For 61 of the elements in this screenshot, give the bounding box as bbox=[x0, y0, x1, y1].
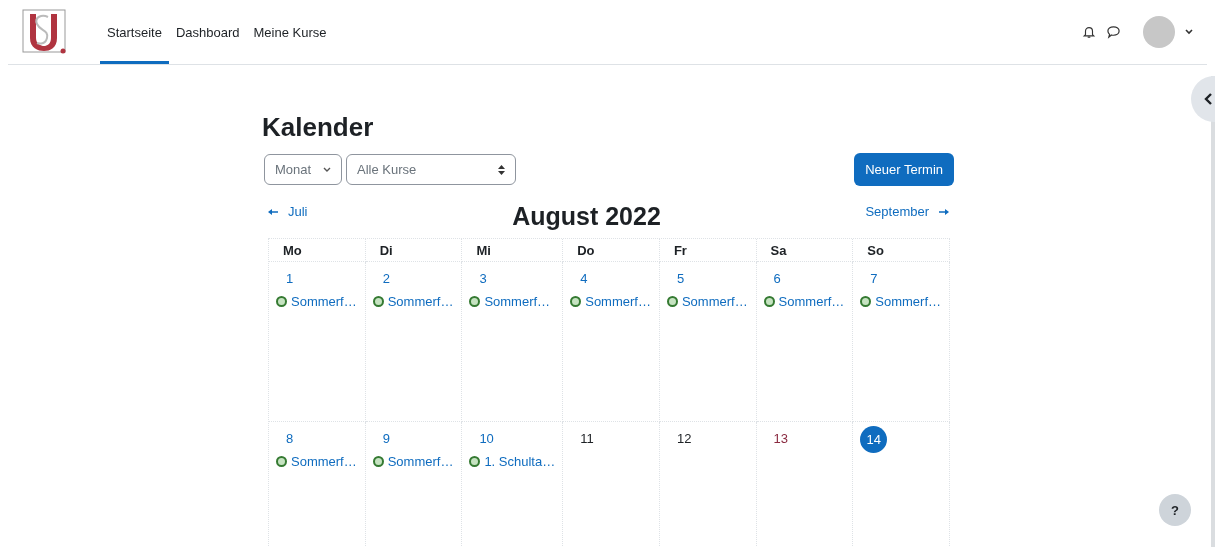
event-link[interactable]: Sommerf… bbox=[763, 294, 845, 309]
day-number[interactable]: 7 bbox=[860, 271, 888, 286]
event-link[interactable]: Sommerf… bbox=[372, 294, 454, 309]
weekday-header: Mi bbox=[462, 239, 564, 262]
previous-month-link[interactable]: Juli bbox=[268, 204, 308, 219]
month-title: August 2022 bbox=[512, 202, 661, 231]
next-month-link[interactable]: September bbox=[865, 204, 949, 219]
day-number[interactable]: 3 bbox=[469, 271, 497, 286]
weekday-header: Sa bbox=[756, 239, 854, 262]
weekday-header: Di bbox=[365, 239, 463, 262]
bell-icon[interactable] bbox=[1082, 25, 1096, 39]
event-link[interactable]: Sommerf… bbox=[276, 294, 357, 309]
day-number[interactable]: 11 bbox=[570, 431, 604, 446]
day-number[interactable]: 2 bbox=[372, 271, 400, 286]
day-number[interactable]: 8 bbox=[276, 431, 304, 446]
view-select[interactable]: Monat bbox=[264, 154, 342, 185]
event-circle-icon bbox=[372, 296, 384, 307]
day-number[interactable]: 6 bbox=[763, 271, 791, 286]
nav-link[interactable]: Meine Kurse bbox=[246, 0, 334, 64]
help-button[interactable]: ? bbox=[1159, 494, 1191, 526]
event-circle-icon bbox=[372, 456, 384, 467]
weekday-header: So bbox=[853, 239, 950, 262]
day-number[interactable]: 10 bbox=[469, 431, 504, 446]
weekday-header: Fr bbox=[659, 239, 757, 262]
day-number[interactable]: 13 bbox=[763, 431, 799, 446]
event-link[interactable]: Sommerf… bbox=[469, 294, 551, 309]
day-number[interactable]: 9 bbox=[372, 431, 400, 446]
event-circle-icon bbox=[276, 296, 287, 307]
weekday-header: Mo bbox=[269, 239, 366, 262]
day-number[interactable]: 5 bbox=[666, 271, 695, 286]
new-event-button[interactable]: Neuer Termin bbox=[854, 153, 954, 186]
event-link[interactable]: Sommerf… bbox=[666, 294, 748, 309]
right-arrow-icon bbox=[939, 208, 949, 215]
day-number[interactable]: 4 bbox=[570, 271, 598, 286]
day-number[interactable]: 1 bbox=[276, 271, 304, 286]
event-circle-icon bbox=[860, 296, 872, 307]
day-number[interactable]: 12 bbox=[666, 431, 702, 446]
caret-icon[interactable] bbox=[1185, 29, 1193, 35]
left-arrow-icon bbox=[268, 208, 278, 215]
weekday-header: Do bbox=[563, 239, 660, 262]
page-title: Kalender bbox=[262, 111, 375, 143]
event-link[interactable]: 1. Schulta… bbox=[469, 454, 556, 469]
sort-arrows-icon bbox=[498, 164, 505, 175]
nav-link[interactable]: Dashboard bbox=[168, 0, 247, 64]
event-link[interactable]: Sommerf… bbox=[860, 294, 942, 309]
chevron-left-icon bbox=[1204, 93, 1213, 105]
event-circle-icon bbox=[469, 296, 481, 307]
event-circle-icon bbox=[276, 456, 287, 467]
course-select[interactable]: Alle Kurse bbox=[346, 154, 516, 185]
event-circle-icon bbox=[469, 456, 481, 467]
event-link[interactable]: Sommerf… bbox=[276, 454, 357, 469]
event-circle-icon bbox=[763, 296, 775, 307]
today-day-number[interactable]: 14 bbox=[860, 426, 888, 453]
event-circle-icon bbox=[666, 296, 678, 307]
event-link[interactable]: Sommerf… bbox=[372, 454, 454, 469]
event-link[interactable]: Sommerf… bbox=[570, 294, 651, 309]
event-circle-icon bbox=[570, 296, 582, 307]
nav-link[interactable]: Startseite bbox=[100, 0, 169, 64]
caret-icon bbox=[323, 166, 331, 173]
chat-bubble-icon[interactable] bbox=[1106, 25, 1121, 39]
site-logo[interactable] bbox=[22, 9, 68, 55]
